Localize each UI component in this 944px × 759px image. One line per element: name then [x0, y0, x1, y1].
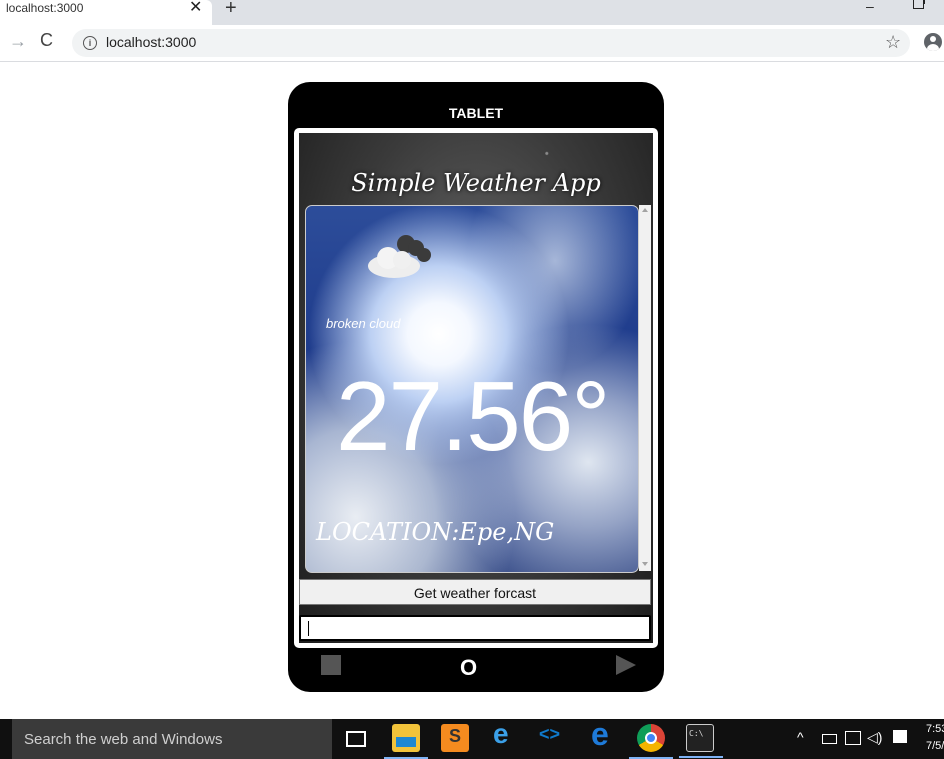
- app-background: Simple Weather App broken cloud 27.56° L…: [299, 133, 653, 643]
- edge-icon[interactable]: [588, 716, 616, 753]
- taskbar-search-placeholder: Search the web and Windows: [24, 731, 223, 748]
- battery-icon[interactable]: [822, 734, 837, 744]
- vscode-icon[interactable]: [539, 724, 567, 752]
- internet-explorer-icon[interactable]: [490, 718, 518, 752]
- sublime-text-icon[interactable]: [441, 724, 469, 752]
- tablet-label: TABLET: [448, 105, 504, 121]
- new-tab-button[interactable]: +: [225, 0, 237, 19]
- taskbar-search[interactable]: Search the web and Windows: [12, 719, 332, 759]
- browser-toolbar: → C i localhost:3000 ☆: [0, 25, 944, 62]
- network-icon[interactable]: [845, 731, 861, 745]
- tablet-stop-button[interactable]: [321, 655, 341, 675]
- tray-chevron-icon[interactable]: ^: [797, 729, 804, 745]
- tab-title: localhost:3000: [6, 1, 84, 15]
- browser-tab[interactable]: localhost:3000 ✕: [0, 0, 212, 25]
- weather-description: broken cloud: [326, 316, 401, 331]
- weather-card: broken cloud 27.56° LOCATION:Epe,NG: [305, 205, 639, 573]
- address-bar[interactable]: i localhost:3000 ☆: [72, 29, 910, 57]
- reload-icon[interactable]: C: [40, 30, 53, 51]
- command-prompt-icon[interactable]: [679, 724, 723, 758]
- tablet-frame: TABLET Simple Weather App broken cloud 2…: [288, 82, 664, 692]
- info-icon[interactable]: i: [83, 36, 97, 50]
- temperature-reading: 27.56°: [336, 361, 610, 471]
- clock-date[interactable]: 7/5/: [926, 740, 944, 752]
- tab-bar: localhost:3000 ✕ + –: [0, 0, 944, 25]
- tab-close-icon[interactable]: ✕: [189, 0, 202, 17]
- chrome-icon[interactable]: [629, 724, 673, 759]
- task-view-icon[interactable]: [346, 731, 366, 747]
- card-scrollbar[interactable]: [639, 205, 651, 571]
- volume-icon[interactable]: ◁): [867, 729, 882, 746]
- forward-icon[interactable]: →: [9, 31, 27, 52]
- location-label: LOCATION:Epe,NG: [316, 518, 555, 546]
- tablet-home-button[interactable]: O: [460, 656, 477, 680]
- url-text[interactable]: localhost:3000: [106, 34, 196, 50]
- profile-avatar-icon[interactable]: [924, 33, 942, 51]
- tablet-play-button[interactable]: [616, 655, 636, 675]
- minimize-button[interactable]: –: [866, 0, 874, 14]
- windows-taskbar: Search the web and Windows ^ ◁) 7:53 7/5…: [0, 716, 944, 759]
- city-input[interactable]: [299, 615, 651, 641]
- restore-button[interactable]: [913, 0, 925, 9]
- file-explorer-icon[interactable]: [384, 724, 428, 759]
- get-weather-button[interactable]: Get weather forcast: [299, 579, 651, 605]
- text-caret: [308, 621, 309, 636]
- app-title: Simple Weather App: [351, 169, 601, 197]
- notification-icon[interactable]: [893, 730, 907, 743]
- clock-time[interactable]: 7:53: [926, 723, 944, 735]
- cloud-icon: [368, 235, 431, 278]
- tablet-screen: Simple Weather App broken cloud 27.56° L…: [294, 128, 658, 648]
- bookmark-star-icon[interactable]: ☆: [885, 32, 901, 53]
- scroll-down-icon[interactable]: [642, 562, 648, 566]
- scroll-up-icon[interactable]: [642, 208, 648, 212]
